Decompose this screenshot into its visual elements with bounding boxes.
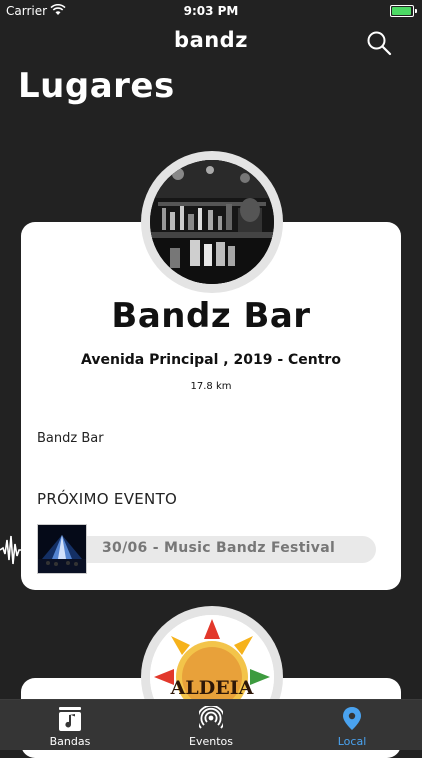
venue-address: Avenida Principal , 2019 - Centro — [81, 352, 341, 368]
venue-description: Bandz Bar — [37, 431, 104, 446]
location-pin-icon — [343, 707, 361, 730]
sound-wave-icon — [0, 535, 22, 565]
venue-avatar — [141, 151, 283, 293]
page-title: Lugares — [18, 66, 175, 106]
venue-distance: 17.8 km — [190, 381, 232, 392]
bar-photo — [150, 160, 274, 284]
tab-bandas-label: Bandas — [49, 735, 91, 748]
music-note-icon — [59, 707, 81, 731]
status-bar: Carrier 9:03 PM — [0, 0, 422, 22]
next-event-item[interactable]: 30/06 - Music Bandz Festival — [37, 524, 377, 574]
search-icon[interactable] — [366, 30, 392, 56]
next-event-heading: PRÓXIMO EVENTO — [37, 490, 178, 508]
tab-local[interactable]: Local — [282, 700, 422, 750]
tab-eventos[interactable]: Eventos — [141, 700, 281, 750]
venue-name: Bandz Bar — [111, 296, 311, 336]
tab-eventos-label: Eventos — [189, 735, 233, 748]
broadcast-icon — [199, 706, 223, 729]
tab-local-label: Local — [337, 735, 367, 748]
event-thumbnail — [37, 524, 87, 574]
clock: 9:03 PM — [183, 4, 239, 18]
tab-bandas[interactable]: Bandas — [0, 700, 140, 750]
app-title: bandz — [174, 28, 248, 52]
next-event-title: 30/06 - Music Bandz Festival — [102, 540, 336, 556]
venue2-logo-text: ALDEIA — [170, 677, 254, 699]
battery-icon — [390, 5, 417, 17]
tab-bar: Bandas Eventos Local — [0, 699, 422, 750]
